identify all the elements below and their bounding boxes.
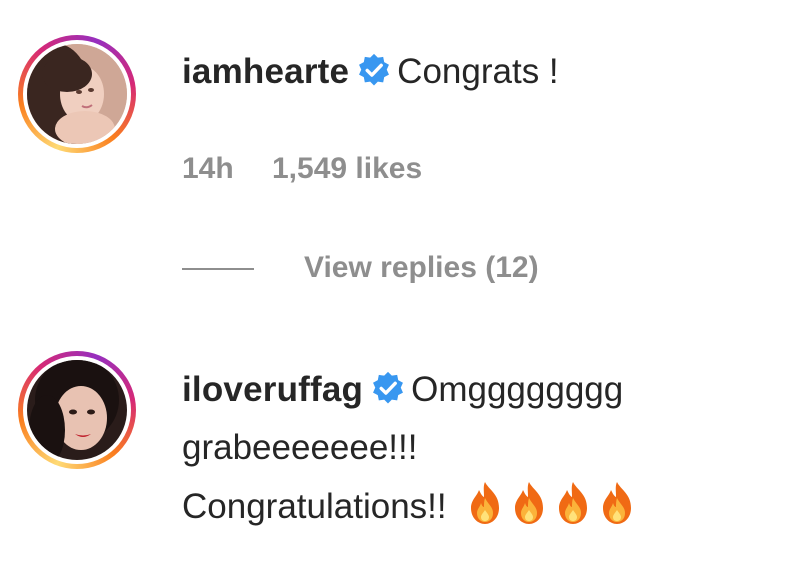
comment-timestamp[interactable]: 14h — [182, 152, 234, 186]
fire-emoji-group — [465, 482, 641, 524]
comment-text-line-3: Congratulations!! — [182, 487, 447, 526]
comment-likes[interactable]: 1,549 likes — [272, 152, 422, 186]
comment-text-line-2: grabeeeeeee!!! — [182, 428, 418, 467]
verified-badge-icon — [373, 371, 404, 404]
avatar-photo — [27, 360, 127, 460]
comment-text-line-1: Omgggggggg — [411, 370, 624, 409]
fire-icon — [471, 482, 500, 524]
fire-icon — [515, 482, 544, 524]
replies-divider — [182, 268, 254, 270]
verified-badge-icon — [359, 53, 390, 86]
fire-icon — [559, 482, 588, 524]
avatar-photo — [27, 44, 127, 144]
comment-username[interactable]: iloveruffag — [182, 370, 363, 409]
view-replies-button[interactable]: View replies (12) — [304, 251, 539, 285]
comment-username[interactable]: iamhearte — [182, 52, 349, 91]
comment-text: Congrats ! — [397, 52, 559, 91]
fire-icon — [603, 482, 632, 524]
avatar[interactable] — [18, 351, 136, 469]
avatar[interactable] — [18, 35, 136, 153]
